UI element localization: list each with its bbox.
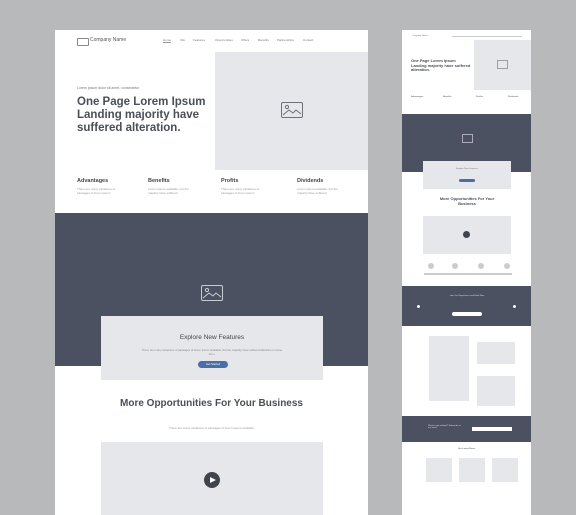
image-icon — [201, 285, 223, 301]
nav-item-features[interactable]: Features — [193, 38, 205, 42]
mini-icon — [452, 263, 458, 269]
video-placeholder — [101, 442, 323, 515]
next-arrow-icon[interactable] — [513, 305, 516, 308]
mini-article-image — [459, 458, 485, 482]
mini-button[interactable] — [459, 179, 475, 182]
prev-arrow-icon[interactable] — [417, 305, 420, 308]
image-icon — [462, 134, 473, 143]
logo-text[interactable]: Company Name — [90, 37, 126, 43]
mini-text-line — [424, 273, 512, 275]
feature-title-dividends: Dividends — [297, 178, 324, 184]
mini-feature-2: Benefits — [443, 96, 452, 98]
nav-item-contact[interactable]: Contact — [303, 38, 313, 42]
mini-article-image — [426, 458, 452, 482]
main-page-mockup: Company Name Home Info Features Opportun… — [55, 30, 368, 515]
opportunities-text: There are many variations of passages of… — [168, 426, 255, 430]
mini-explore-card: Explore New Features — [423, 161, 511, 189]
feature-title-benefits: Benefits — [148, 178, 170, 184]
mini-gallery-large — [429, 336, 469, 401]
mini-gallery-small — [477, 342, 515, 364]
mobile-page-mockup: Company Name One Page Lorem Ipsum Landin… — [402, 30, 531, 515]
mini-hero-image — [474, 40, 531, 90]
nav-item-benefits[interactable]: Benefits — [258, 38, 269, 42]
hero-title: One Page Lorem Ipsum Landing majority ha… — [77, 96, 206, 134]
explore-title: Explore New Features — [179, 334, 245, 341]
feature-title-profits: Profits — [221, 178, 239, 184]
mini-article-image — [492, 458, 518, 482]
nav-item-offers[interactable]: Offers — [241, 38, 249, 42]
top-nav: Company Name Home Info Features Opportun… — [55, 30, 368, 52]
feature-text-profits: There are many variations of passages of… — [221, 187, 260, 195]
mini-feature-4: Dividends — [508, 96, 519, 98]
nav-item-opportunities[interactable]: Opportunities — [215, 38, 233, 42]
logo-icon — [77, 38, 89, 46]
mini-icon — [428, 263, 434, 269]
mini-opportunities-title: More Opportunities For Your Business — [439, 196, 495, 206]
mini-email-input[interactable] — [472, 427, 512, 431]
mini-subscribe-band: Want to get notified? Subscribe to our n… — [402, 416, 531, 442]
mini-subscribe-title: Want to get notified? Subscribe to our n… — [428, 425, 461, 429]
image-icon — [497, 60, 508, 69]
feature-title-advantages: Advantages — [77, 178, 109, 184]
mini-hero-title: One Page Lorem Ipsum Landing majority ha… — [411, 58, 471, 73]
hero-eyebrow: Lorem ipsum dolor sit amet, consectetur — [77, 86, 140, 90]
mini-logo: Company Name — [412, 35, 428, 37]
mini-explore-title: Explore New Features — [456, 168, 478, 170]
feature-text-advantages: There are many variations of passages of… — [77, 187, 116, 195]
opportunities-title: More Opportunities For Your Business — [120, 398, 303, 409]
mini-dark-button[interactable] — [452, 312, 482, 316]
feature-text-benefits: Lorem ipsum available, but the majority … — [148, 187, 189, 195]
play-icon[interactable] — [463, 231, 470, 238]
explore-text: There are many variations of passages of… — [141, 348, 283, 356]
mini-dark-title: Join Our Experience and Build Now — [449, 295, 485, 297]
nav-item-partnerships[interactable]: Partnerships — [277, 38, 294, 42]
get-started-button[interactable]: Get Started — [198, 361, 228, 368]
mini-feature-1: Advantages — [411, 96, 424, 98]
mini-gallery-small — [477, 376, 515, 406]
image-icon — [281, 102, 303, 118]
mini-icon — [504, 263, 510, 269]
mini-articles-title: Our Latest News — [457, 448, 476, 450]
play-icon[interactable] — [204, 472, 220, 488]
feature-text-dividends: Lorem ipsum available, but the majority … — [297, 187, 338, 195]
mini-feature-3: Profits — [476, 96, 483, 98]
mini-nav — [452, 36, 522, 37]
mini-icon — [478, 263, 484, 269]
nav-item-home[interactable]: Home — [163, 38, 172, 43]
nav-item-info[interactable]: Info — [180, 38, 185, 42]
hero-image-placeholder — [215, 52, 368, 170]
mini-video — [423, 216, 511, 254]
mini-dark-section: Join Our Experience and Build Now — [402, 286, 531, 326]
explore-card: Explore New Features There are many vari… — [101, 316, 323, 380]
